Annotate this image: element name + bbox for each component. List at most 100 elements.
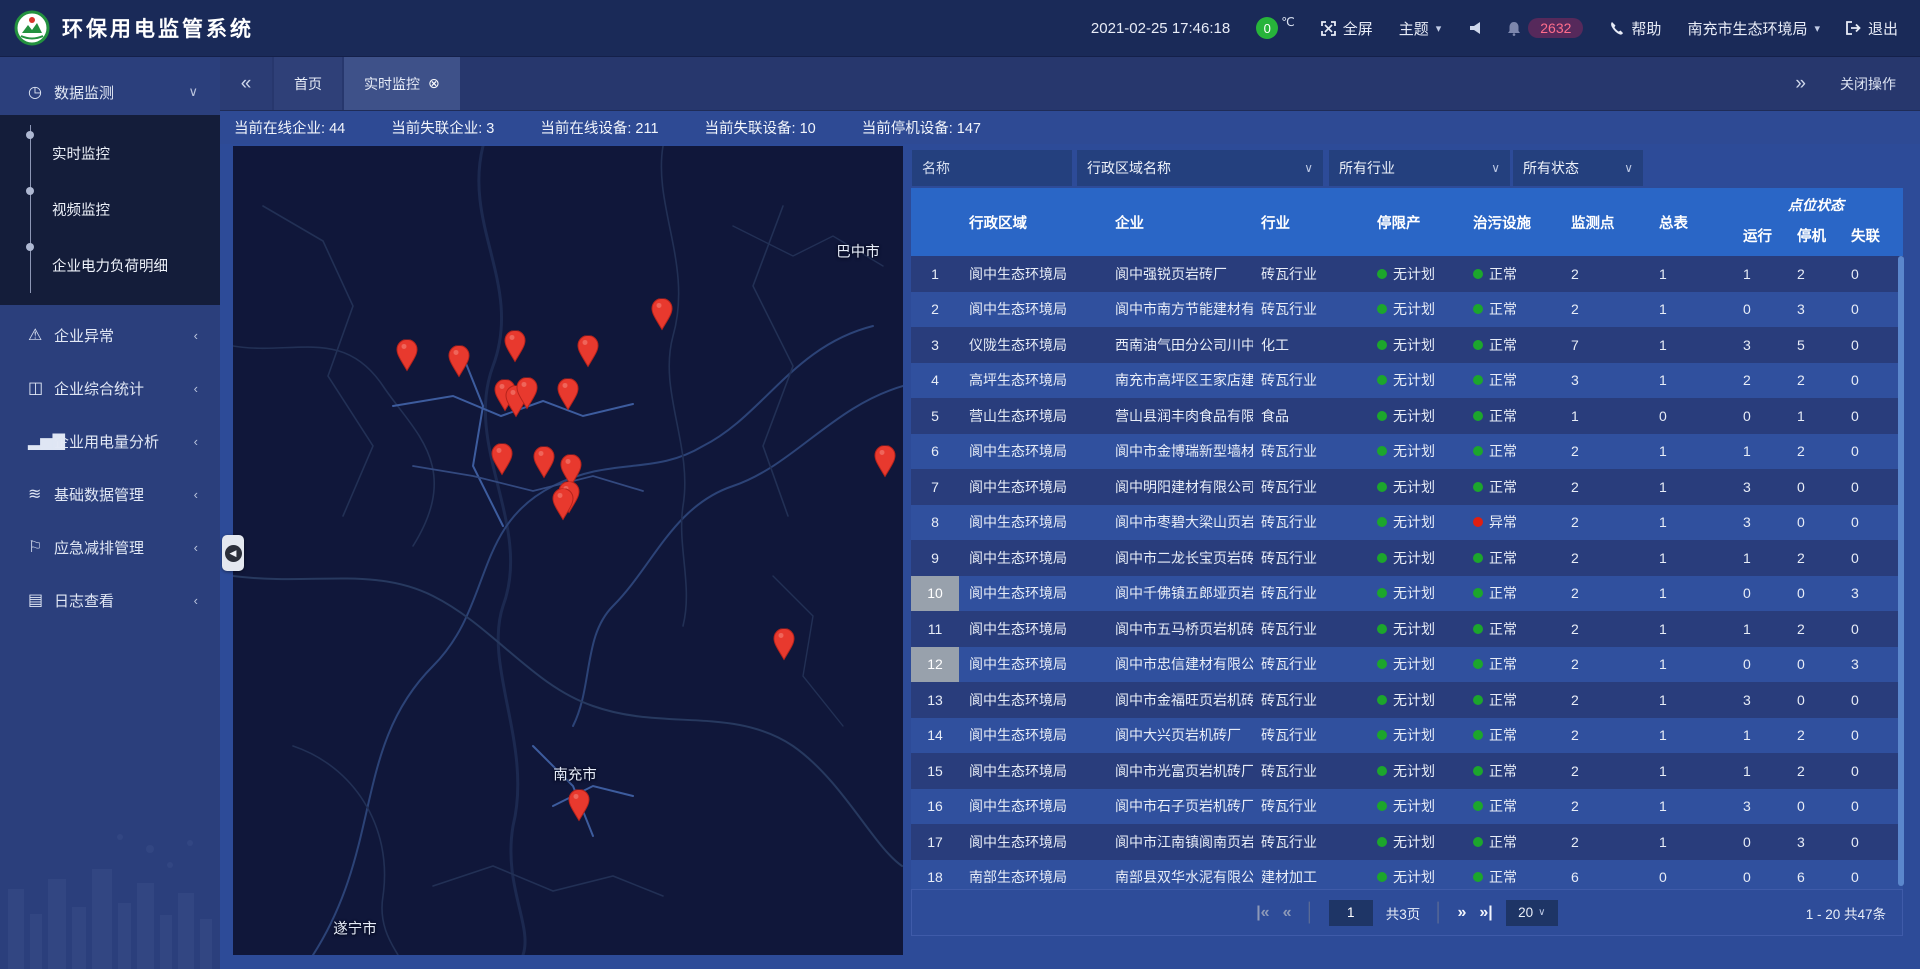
cell-company: 阆中市江南镇阆南页岩 bbox=[1107, 824, 1253, 860]
sidebar-item-bar-chart[interactable]: ▂▅▇ 企业用电量分析 ‹ bbox=[0, 418, 220, 464]
cell-total-meters: 1 bbox=[1649, 469, 1735, 505]
row-number: 13 bbox=[911, 682, 959, 718]
cell-limit-production: 无计划 bbox=[1371, 718, 1467, 754]
cell-industry: 砖瓦行业 bbox=[1253, 718, 1371, 754]
sidebar-item-log[interactable]: ▤ 日志查看 ‹ bbox=[0, 577, 220, 623]
table-row[interactable]: 15 阆中生态环境局 阆中市光富页岩机砖厂 砖瓦行业 无计划 正常 2 1 1 … bbox=[911, 753, 1903, 789]
datetime: 2021-02-25 17:46:18 bbox=[1091, 20, 1230, 37]
cell-stopped: 0 bbox=[1789, 469, 1843, 505]
mute-button[interactable] bbox=[1467, 21, 1481, 35]
chevron-down-icon: ∨ bbox=[1491, 161, 1500, 175]
map-marker-pin[interactable] bbox=[650, 298, 674, 330]
theme-dropdown[interactable]: 主题 ▾ bbox=[1399, 18, 1442, 39]
sidebar-item-stats[interactable]: ◫ 企业综合统计 ‹ bbox=[0, 365, 220, 411]
notification-count-badge: 2632 bbox=[1528, 18, 1583, 38]
map-marker-pin[interactable] bbox=[772, 628, 796, 660]
cell-stopped: 2 bbox=[1789, 256, 1843, 292]
tab-home[interactable]: 首页 bbox=[274, 57, 342, 110]
status-dot bbox=[1473, 588, 1483, 598]
tabs-scroll-right-icon[interactable]: » bbox=[1795, 73, 1806, 95]
map-collapse-handle[interactable]: ◀ bbox=[222, 535, 244, 571]
cell-region: 阆中生态环境局 bbox=[959, 753, 1107, 789]
table-row[interactable]: 13 阆中生态环境局 阆中市金福旺页岩机砖 砖瓦行业 无计划 正常 2 1 3 … bbox=[911, 682, 1903, 718]
table-row[interactable]: 12 阆中生态环境局 阆中市忠信建材有限公 砖瓦行业 无计划 正常 2 1 0 … bbox=[911, 647, 1903, 683]
org-dropdown[interactable]: 南充市生态环境局 ▾ bbox=[1687, 18, 1820, 39]
table-row[interactable]: 5 营山生态环境局 营山县润丰肉食品有限 食品 无计划 正常 1 0 0 1 0 bbox=[911, 398, 1903, 434]
cell-limit-production: 无计划 bbox=[1371, 576, 1467, 612]
tab-realtime-monitoring[interactable]: 实时监控 ⊗ bbox=[344, 57, 460, 110]
cell-pollution-facility: 正常 bbox=[1467, 611, 1561, 647]
table-row[interactable]: 18 南部生态环境局 南部县双华水泥有限公 建材加工 无计划 正常 6 0 0 … bbox=[911, 860, 1903, 890]
cell-monitor-points: 2 bbox=[1561, 682, 1649, 718]
cell-region: 阆中生态环境局 bbox=[959, 292, 1107, 328]
map-marker-pin[interactable] bbox=[447, 345, 471, 377]
table-row[interactable]: 17 阆中生态环境局 阆中市江南镇阆南页岩 砖瓦行业 无计划 正常 2 1 0 … bbox=[911, 824, 1903, 860]
map-marker-pin[interactable] bbox=[551, 488, 575, 520]
region-select[interactable]: 行政区域名称 ∨ bbox=[1077, 150, 1323, 186]
industry-select[interactable]: 所有行业 ∨ bbox=[1329, 150, 1510, 186]
cell-lost: 0 bbox=[1843, 434, 1897, 470]
sidebar-item-label: 基础数据管理 bbox=[54, 484, 194, 505]
map[interactable]: 巴中市 南充市 遂宁市 bbox=[233, 146, 903, 955]
tabs-scroll-left-icon[interactable]: « bbox=[220, 57, 272, 110]
cell-lost: 0 bbox=[1843, 469, 1897, 505]
name-search-input[interactable] bbox=[912, 150, 1072, 186]
map-marker-pin[interactable] bbox=[503, 330, 527, 362]
table-row[interactable]: 2 阆中生态环境局 阆中市南方节能建材有 砖瓦行业 无计划 正常 2 1 0 3… bbox=[911, 292, 1903, 328]
status-dot bbox=[1377, 801, 1387, 811]
map-marker-pin[interactable] bbox=[873, 445, 897, 477]
map-marker-pin[interactable] bbox=[567, 789, 591, 821]
notifications[interactable]: 2632 bbox=[1507, 18, 1583, 38]
status-dot bbox=[1473, 801, 1483, 811]
table-row[interactable]: 1 阆中生态环境局 阆中强锐页岩砖厂 砖瓦行业 无计划 正常 2 1 1 2 0 bbox=[911, 256, 1903, 292]
map-marker-pin[interactable] bbox=[576, 335, 600, 367]
cell-lost: 0 bbox=[1843, 753, 1897, 789]
table-row[interactable]: 6 阆中生态环境局 阆中市金博瑞新型墙材 砖瓦行业 无计划 正常 2 1 1 2… bbox=[911, 434, 1903, 470]
cell-limit-production: 无计划 bbox=[1371, 505, 1467, 541]
close-tab-icon[interactable]: ⊗ bbox=[428, 75, 440, 92]
table-row[interactable]: 9 阆中生态环境局 阆中市二龙长宝页岩砖 砖瓦行业 无计划 正常 2 1 1 2… bbox=[911, 540, 1903, 576]
cell-stopped: 0 bbox=[1789, 682, 1843, 718]
page-size-select[interactable]: 20 ∨ bbox=[1506, 900, 1558, 926]
close-operations-button[interactable]: 关闭操作 bbox=[1840, 74, 1896, 94]
prev-page-icon[interactable]: « bbox=[1283, 904, 1292, 922]
sidebar-subitem[interactable]: 视频监控 bbox=[0, 181, 220, 237]
first-page-icon[interactable]: |« bbox=[1256, 904, 1269, 922]
cell-monitor-points: 1 bbox=[1561, 398, 1649, 434]
next-page-icon[interactable]: » bbox=[1458, 904, 1467, 922]
fullscreen-button[interactable]: 全屏 bbox=[1321, 18, 1373, 39]
row-number: 17 bbox=[911, 824, 959, 860]
help-button[interactable]: 帮助 bbox=[1609, 18, 1661, 39]
table-row[interactable]: 11 阆中生态环境局 阆中市五马桥页岩机砖 砖瓦行业 无计划 正常 2 1 1 … bbox=[911, 611, 1903, 647]
table-row[interactable]: 4 高坪生态环境局 南充市高坪区王家店建 砖瓦行业 无计划 正常 3 1 2 2… bbox=[911, 363, 1903, 399]
table-row[interactable]: 10 阆中生态环境局 阆中千佛镇五郎垭页岩 砖瓦行业 无计划 正常 2 1 0 … bbox=[911, 576, 1903, 612]
app-title: 环保用电监管系统 bbox=[62, 13, 254, 43]
map-marker-pin[interactable] bbox=[490, 443, 514, 475]
sidebar-item-layers[interactable]: ≋ 基础数据管理 ‹ bbox=[0, 471, 220, 517]
page-number-input[interactable] bbox=[1329, 900, 1373, 926]
cell-running: 3 bbox=[1735, 469, 1789, 505]
table-row[interactable]: 8 阆中生态环境局 阆中市枣碧大梁山页岩 砖瓦行业 无计划 异常 2 1 3 0… bbox=[911, 505, 1903, 541]
cell-company: 阆中市忠信建材有限公 bbox=[1107, 647, 1253, 683]
sidebar-subitem[interactable]: 企业电力负荷明细 bbox=[0, 237, 220, 293]
last-page-icon[interactable]: »| bbox=[1479, 904, 1492, 922]
sidebar-item-alert[interactable]: ⚠ 企业异常 ‹ bbox=[0, 312, 220, 358]
table-row[interactable]: 14 阆中生态环境局 阆中大兴页岩机砖厂 砖瓦行业 无计划 正常 2 1 1 2… bbox=[911, 718, 1903, 754]
cell-stopped: 2 bbox=[1789, 540, 1843, 576]
cell-running: 3 bbox=[1735, 505, 1789, 541]
map-marker-pin[interactable] bbox=[556, 378, 580, 410]
logout-button[interactable]: 退出 bbox=[1846, 18, 1898, 39]
table-scrollbar[interactable] bbox=[1898, 256, 1904, 886]
status-select[interactable]: 所有状态 ∨ bbox=[1513, 150, 1643, 186]
sidebar-item-megaphone[interactable]: ⚐ 应急减排管理 ‹ bbox=[0, 524, 220, 570]
table-row[interactable]: 3 仪陇生态环境局 西南油气田分公司川中 化工 无计划 正常 7 1 3 5 0 bbox=[911, 327, 1903, 363]
map-marker-pin[interactable] bbox=[515, 377, 539, 409]
table-row[interactable]: 16 阆中生态环境局 阆中市石子页岩机砖厂 砖瓦行业 无计划 正常 2 1 3 … bbox=[911, 789, 1903, 825]
sidebar-item-clock[interactable]: ◷ 数据监测 ∨ bbox=[0, 69, 220, 115]
map-marker-pin[interactable] bbox=[532, 446, 556, 478]
table-row[interactable]: 7 阆中生态环境局 阆中明阳建材有限公司 砖瓦行业 无计划 正常 2 1 3 0… bbox=[911, 469, 1903, 505]
cell-running: 1 bbox=[1735, 256, 1789, 292]
table-header: 行政区域 企业 行业 停限产 治污设施 监测点 总表 点位状态 运行 停机 失联 bbox=[911, 188, 1903, 256]
sidebar-subitem[interactable]: 实时监控 bbox=[0, 125, 220, 181]
map-marker-pin[interactable] bbox=[395, 339, 419, 371]
